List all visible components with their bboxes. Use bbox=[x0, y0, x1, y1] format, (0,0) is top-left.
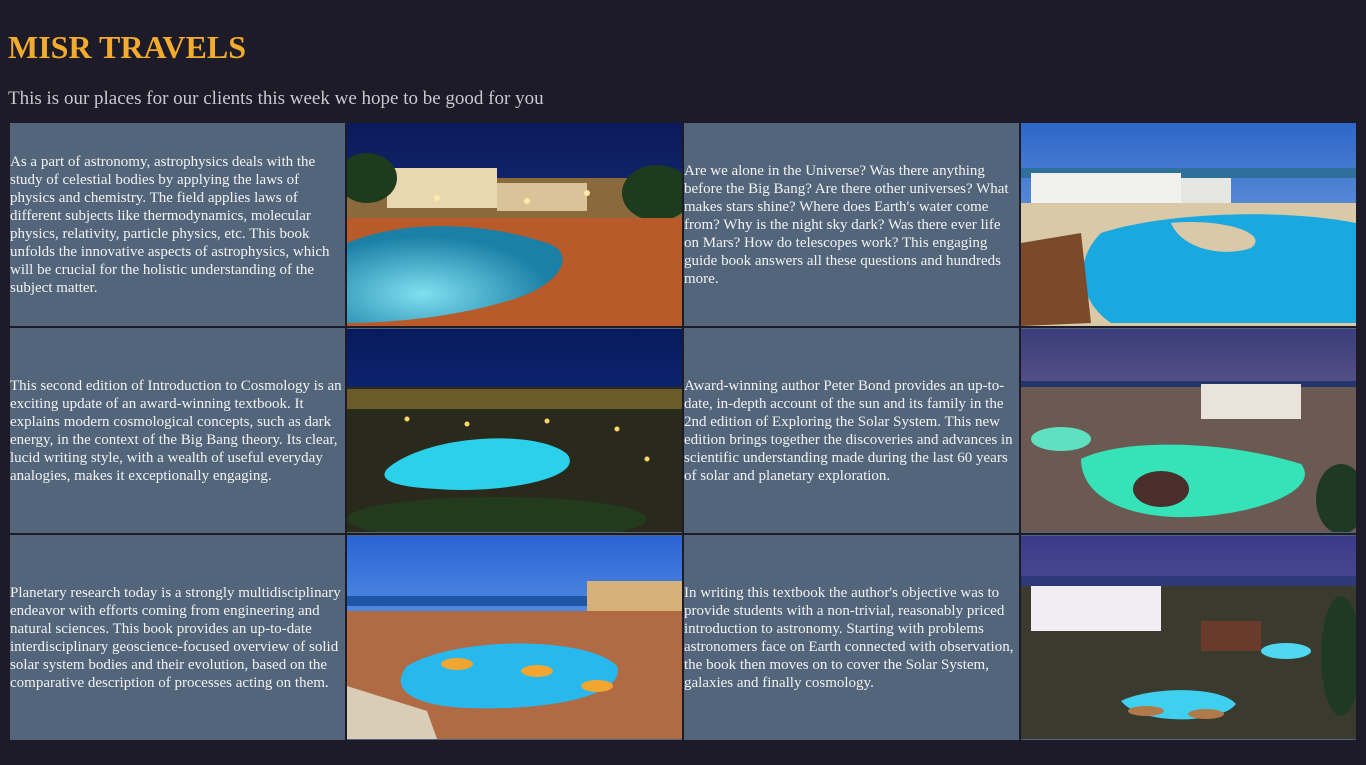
page: MISR TRAVELS This is our places for our … bbox=[0, 0, 1366, 742]
resort-palms-evening-photo bbox=[1021, 535, 1356, 740]
resort-pool-night-photo bbox=[347, 123, 682, 326]
table-row: Planetary research today is a strongly m… bbox=[10, 535, 1356, 740]
description-cell: This second edition of Introduction to C… bbox=[10, 328, 345, 533]
resort-pool-day-photo bbox=[1021, 123, 1356, 326]
table-row: This second edition of Introduction to C… bbox=[10, 328, 1356, 533]
resort-pool-umbrellas-photo bbox=[347, 535, 682, 740]
site-title: MISR TRAVELS bbox=[8, 29, 247, 65]
description-cell: Are we alone in the Universe? Was there … bbox=[684, 123, 1019, 326]
places-table: As a part of astronomy, astrophysics dea… bbox=[8, 121, 1358, 742]
resort-lagoon-night-photo bbox=[347, 328, 682, 533]
description-cell: In writing this textbook the author's ob… bbox=[684, 535, 1019, 740]
description-cell: As a part of astronomy, astrophysics dea… bbox=[10, 123, 345, 326]
page-subtitle: This is our places for our clients this … bbox=[8, 88, 544, 109]
description-cell: Award-winning author Peter Bond provides… bbox=[684, 328, 1019, 533]
description-cell: Planetary research today is a strongly m… bbox=[10, 535, 345, 740]
table-row: As a part of astronomy, astrophysics dea… bbox=[10, 123, 1356, 326]
resort-green-pools-dusk-photo bbox=[1021, 328, 1356, 533]
